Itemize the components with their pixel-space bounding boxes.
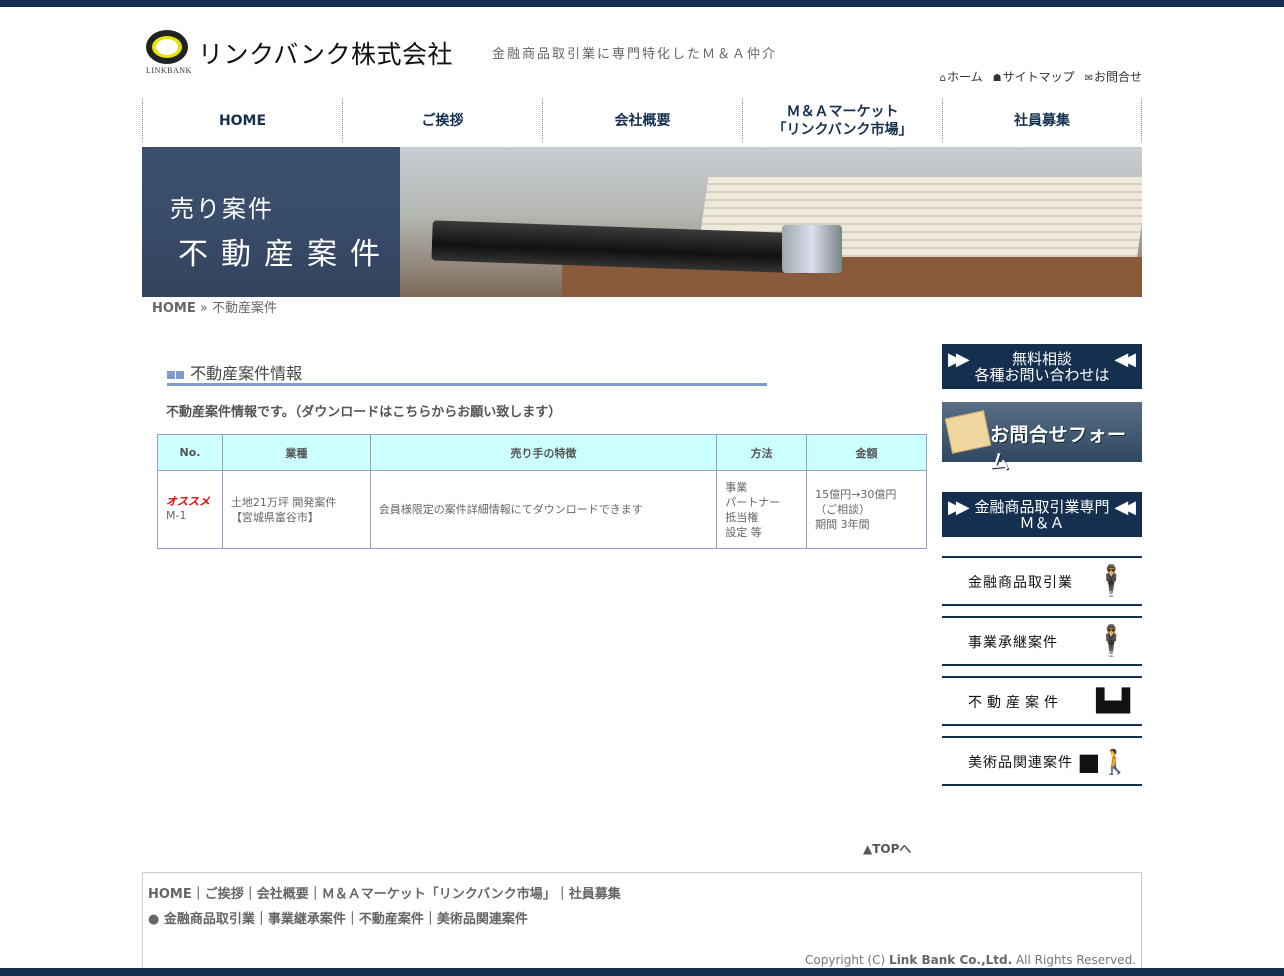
company-logo[interactable]: LINKBANK — [144, 28, 192, 78]
method-line: 事業 — [725, 480, 748, 494]
footer-nav-secondary[interactable]: ● 金融商品取引業｜事業継承案件｜不動産案件｜美術品関連案件 — [148, 908, 528, 927]
contact-form-label: お問合せフォーム — [990, 424, 1127, 473]
col-header-no: No. — [157, 434, 223, 471]
listing-table: No. 業種 売り手の特徴 方法 金額 オススメ M-1 土地21万坪 開発案件… — [157, 434, 927, 549]
tagline: 金融商品取引業に専門特化したＭ＆Ａ仲介 — [492, 47, 778, 62]
sidebar-item-realestate[interactable]: 不動産案件 ▙▟ — [942, 676, 1142, 726]
copyright-company: Link Bank Co.,Ltd. — [889, 953, 1013, 967]
section-title: 不動産案件情報 — [167, 360, 767, 386]
copyright: Copyright (C) Link Bank Co.,Ltd. All Rig… — [805, 953, 1136, 967]
specialty-ma-banner[interactable]: ▶▶ 金融商品取引業専門 Ｍ＆Ａ ◀◀ — [942, 492, 1142, 537]
industry-line: 【宮城県富谷市】 — [230, 510, 319, 524]
envelope-icon — [944, 410, 992, 454]
global-nav: HOME ご挨拶 会社概要 Ｍ＆Ａマーケット 「リンクバンク市場」 社員募集 — [142, 99, 1142, 142]
breadcrumb-current: 不動産案件 — [212, 301, 278, 316]
logo-text: LINKBANK — [146, 66, 192, 75]
person-carrying-icon: ■🚶 — [1077, 748, 1130, 776]
top-bar — [0, 0, 1284, 7]
intro-text[interactable]: 不動産案件情報です。（ダウンロードはこちらからお願い致します） — [166, 401, 561, 420]
method-line: 設定 等 — [725, 525, 762, 539]
col-header-feature: 売り手の特徴 — [369, 434, 718, 471]
util-link-home[interactable]: ⌂ホーム — [940, 68, 983, 85]
listing-number: M-1 — [166, 509, 187, 522]
breadcrumb: HOME » 不動産案件 — [152, 297, 277, 316]
nav-company[interactable]: 会社概要 — [542, 99, 742, 142]
sidebar-item-financial[interactable]: 金融商品取引業 🕴 — [942, 556, 1142, 606]
consultation-label: 無料相談 各種お問い合わせは — [974, 349, 1110, 384]
copyright-prefix: Copyright (C) — [805, 953, 890, 967]
sidebar-item-art[interactable]: 美術品関連案件 ■🚶 — [942, 736, 1142, 786]
amount-line: （ご相談） — [815, 503, 871, 516]
sidebar-item-label: 不動産案件 — [968, 695, 1063, 711]
contact-form-button[interactable]: お問合せフォーム — [942, 402, 1142, 473]
back-to-top-link[interactable]: ▲TOPへ — [863, 840, 911, 857]
double-chevron-right-icon: ▶▶ — [948, 349, 970, 370]
double-chevron-right-icon: ▶▶ — [948, 497, 970, 518]
amount-line: 期間 3年間 — [815, 518, 870, 531]
recommend-badge: オススメ — [166, 495, 210, 508]
square-icon — [176, 371, 184, 379]
person-presenting-icon: 🕴 — [1092, 624, 1130, 659]
cell-amount: 15億円→30億円 （ご相談） 期間 3年間 — [806, 470, 927, 549]
method-line: パートナー — [725, 495, 781, 509]
col-header-method: 方法 — [716, 434, 808, 471]
col-header-industry: 業種 — [221, 434, 371, 471]
sidebar-item-label: 金融商品取引業 — [968, 575, 1073, 591]
table-row: オススメ M-1 土地21万坪 開発案件 【宮城県富谷市】 会員様限定の案件詳細… — [157, 470, 927, 549]
mail-icon: ✉ — [1084, 73, 1093, 84]
banner-title: 不動産案件 — [178, 237, 393, 272]
sitemap-icon: ☗ — [992, 73, 1002, 84]
nav-ma-market[interactable]: Ｍ＆Ａマーケット 「リンクバンク市場」 — [742, 99, 942, 142]
amount-line: 15億円→30億円 — [815, 488, 897, 501]
banner-pen-band-image — [782, 225, 842, 273]
breadcrumb-home[interactable]: HOME — [152, 301, 196, 316]
company-name[interactable]: リンクバンク株式会社 — [198, 35, 453, 71]
nav-greeting[interactable]: ご挨拶 — [342, 99, 542, 142]
cell-industry: 土地21万坪 開発案件 【宮城県富谷市】 — [221, 470, 371, 549]
nav-recruit[interactable]: 社員募集 — [942, 99, 1142, 142]
logo-ring-icon — [146, 30, 188, 64]
double-chevron-left-icon: ◀◀ — [1114, 349, 1136, 370]
sidebar-item-succession[interactable]: 事業承継案件 🕴 — [942, 616, 1142, 666]
footer: HOME｜ご挨拶｜会社概要｜Ｍ＆Ａマーケット「リンクバンク市場」｜社員募集 ● … — [142, 872, 1142, 969]
util-link-sitemap[interactable]: ☗サイトマップ — [993, 68, 1075, 85]
sidebar-item-label: 事業承継案件 — [968, 635, 1058, 651]
cell-no: オススメ M-1 — [157, 470, 223, 549]
specialty-label: 金融商品取引業専門 Ｍ＆Ａ — [974, 497, 1110, 532]
home-icon: ⌂ — [939, 73, 946, 84]
nav-home[interactable]: HOME — [142, 99, 342, 142]
banner-subtitle: 売り案件 — [170, 195, 274, 223]
table-header-row: No. 業種 売り手の特徴 方法 金額 — [157, 434, 927, 471]
copyright-suffix: All Rights Reserved. — [1012, 953, 1136, 967]
col-header-amount: 金額 — [806, 434, 927, 471]
bottom-bar — [0, 968, 1284, 976]
breadcrumb-separator: » — [199, 301, 208, 316]
people-at-desk-icon: ▙▟ — [1096, 689, 1130, 714]
cell-method: 事業 パートナー 抵当権 設定 等 — [716, 470, 808, 549]
double-chevron-left-icon: ◀◀ — [1114, 497, 1136, 518]
utility-links: ⌂ホーム ☗サイトマップ ✉お問合せ — [940, 68, 1142, 85]
square-icon — [167, 371, 175, 379]
person-pointing-icon: 🕴 — [1092, 564, 1130, 599]
cell-feature: 会員様限定の案件詳細情報にてダウンロードできます — [369, 470, 718, 549]
industry-line: 土地21万坪 開発案件 — [230, 495, 337, 509]
method-line: 抵当権 — [725, 510, 759, 524]
free-consultation-banner[interactable]: ▶▶ 無料相談 各種お問い合わせは ◀◀ — [942, 344, 1142, 389]
section-title-text: 不動産案件情報 — [190, 364, 303, 383]
footer-nav-primary[interactable]: HOME｜ご挨拶｜会社概要｜Ｍ＆Ａマーケット「リンクバンク市場」｜社員募集 — [148, 883, 621, 902]
page-banner: 売り案件 不動産案件 — [142, 147, 1142, 297]
util-link-contact[interactable]: ✉お問合せ — [1085, 68, 1142, 85]
sidebar-item-label: 美術品関連案件 — [968, 755, 1073, 771]
